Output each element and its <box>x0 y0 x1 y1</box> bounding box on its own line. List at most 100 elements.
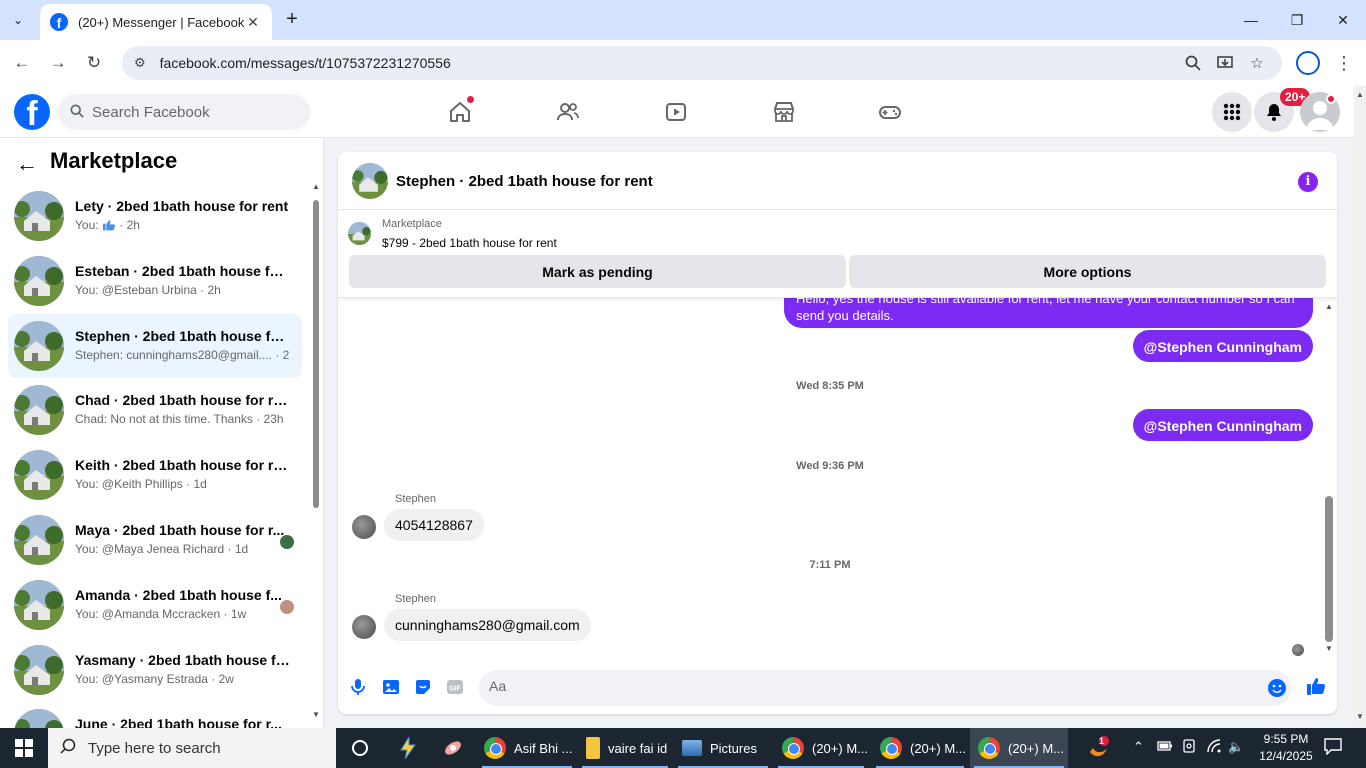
lightning-app-icon[interactable] <box>392 728 424 768</box>
emoji-icon[interactable] <box>1267 678 1287 698</box>
chat-scroll-down-icon[interactable]: ▼ <box>1323 644 1335 653</box>
taskbar-app-pictures[interactable]: Pictures <box>674 728 772 768</box>
message-input[interactable] <box>489 678 1249 694</box>
chat-title[interactable]: Stephen · 2bed 1bath house for rent <box>396 173 653 190</box>
new-tab-icon[interactable]: + <box>280 8 304 32</box>
read-receipt-avatar <box>1292 644 1304 656</box>
page-scroll-down-icon[interactable]: ▼ <box>1354 712 1366 721</box>
video-nav-icon[interactable] <box>662 98 690 126</box>
message-outgoing-mention[interactable]: @Stephen Cunningham <box>1132 330 1313 362</box>
taskbar-app-folder[interactable]: vaire fai id <box>578 728 672 768</box>
taskbar-app-chrome-3[interactable]: (20+) M... <box>872 728 968 768</box>
sidebar-scroll-thumb[interactable] <box>313 200 319 508</box>
like-thumbs-up-icon[interactable] <box>1306 676 1326 696</box>
conversation-item[interactable]: Amanda · 2bed 1bath house f... You: @Aman… <box>8 573 302 637</box>
task-view-icon[interactable] <box>344 728 376 768</box>
message-incoming[interactable]: cunninghams280@gmail.com <box>384 609 591 641</box>
facebook-search[interactable] <box>58 94 310 130</box>
conversation-preview: Stephen: cunninghams280@gmail.... · 2h <box>75 348 290 362</box>
listing-thumbnail[interactable] <box>348 222 371 245</box>
browser-profile-icon[interactable] <box>1296 51 1320 75</box>
listing-banner: Marketplace $799 - 2bed 1bath house for … <box>338 210 1337 298</box>
conversation-preview: You: @Esteban Urbina · 2h <box>75 283 290 297</box>
message-outgoing-mention[interactable]: @Stephen Cunningham <box>1132 409 1313 441</box>
conversation-item[interactable]: Yasmany · 2bed 1bath house for ... You: @… <box>8 638 302 702</box>
install-app-icon[interactable] <box>1214 52 1236 74</box>
taskbar-app-chrome-1[interactable]: Asif Bhi ... <box>478 728 576 768</box>
sender-avatar[interactable] <box>352 515 376 539</box>
sticker-icon[interactable] <box>413 677 433 697</box>
page-scrollbar[interactable]: ▲ ▼ <box>1354 86 1366 728</box>
notification-center-icon[interactable] <box>1324 737 1342 758</box>
tab-close-icon[interactable]: ✕ <box>244 14 262 31</box>
browser-menu-icon[interactable]: ⋮ <box>1334 51 1354 75</box>
conversation-time: · 2w <box>207 671 234 686</box>
conversation-item[interactable]: Lety · 2bed 1bath house for rent You: · 2… <box>8 184 302 248</box>
gif-icon[interactable]: GIF <box>445 677 465 697</box>
chat-scroll-thumb[interactable] <box>1325 496 1333 642</box>
conversation-item[interactable]: Chad · 2bed 1bath house for rent Chad: No… <box>8 378 302 442</box>
facebook-logo-icon[interactable]: f <box>14 94 50 130</box>
volume-icon[interactable]: 🔈 <box>1228 739 1244 755</box>
back-arrow-icon[interactable]: ← <box>16 151 42 177</box>
sidebar-scroll-down-icon[interactable]: ▼ <box>310 710 322 719</box>
more-options-button[interactable]: More options <box>849 255 1326 288</box>
conversation-item[interactable]: Maya · 2bed 1bath house for r... You: @Ma… <box>8 508 302 572</box>
conversation-item[interactable]: Keith · 2bed 1bath house for rent You: @K… <box>8 443 302 507</box>
site-info-icon[interactable]: ⚙ <box>134 55 146 71</box>
conversation-preview-text: You: @Maya Jenea Richard <box>75 542 225 556</box>
url-text: facebook.com/messages/t/1075372231270556 <box>159 55 451 71</box>
photo-icon[interactable] <box>381 677 401 697</box>
home-nav-icon[interactable] <box>446 96 474 126</box>
forward-icon[interactable]: → <box>46 51 70 75</box>
taskbar-app-label: vaire fai id <box>608 740 668 756</box>
page-scroll-up-icon[interactable]: ▲ <box>1354 90 1366 99</box>
taskbar-clock[interactable]: 9:55 PM 12/4/2025 <box>1252 731 1320 765</box>
listing-title[interactable]: $799 - 2bed 1bath house for rent <box>382 236 557 250</box>
friends-nav-icon[interactable] <box>554 98 582 126</box>
back-icon[interactable]: ← <box>10 51 34 75</box>
taskbar-app-chrome-4-active[interactable]: (20+) M... <box>970 728 1068 768</box>
browser-tab-active[interactable]: f (20+) Messenger | Facebook ✕ <box>40 4 272 40</box>
minimize-icon[interactable]: — <box>1228 6 1274 34</box>
conversation-preview-text: You: @Amanda Mccracken <box>75 606 221 621</box>
sender-avatar[interactable] <box>352 615 376 639</box>
info-icon[interactable]: i <box>1298 172 1318 192</box>
conversation-avatar <box>14 191 64 241</box>
marketplace-nav-icon[interactable] <box>770 98 798 126</box>
conversation-title: Esteban · 2bed 1bath house for r... <box>75 262 290 279</box>
satellite-app-icon[interactable] <box>436 728 470 768</box>
reload-icon[interactable]: ↻ <box>82 51 106 75</box>
chat-scroll-up-icon[interactable]: ▲ <box>1323 302 1335 311</box>
bookmark-star-icon[interactable]: ☆ <box>1246 52 1268 74</box>
sidebar-scroll-up-icon[interactable]: ▲ <box>310 182 322 191</box>
mark-as-pending-button[interactable]: Mark as pending <box>349 255 846 288</box>
address-bar[interactable]: ⚙ facebook.com/messages/t/10753722312705… <box>122 46 1282 80</box>
chat-panel: Stephen · 2bed 1bath house for rent i Ma… <box>338 152 1337 714</box>
conversation-item[interactable]: Stephen · 2bed 1bath house for ... Stephe… <box>8 313 302 378</box>
microphone-icon[interactable] <box>348 677 368 697</box>
conversation-item[interactable]: June · 2bed 1bath house for r... <box>8 702 302 728</box>
zoom-icon[interactable] <box>1182 52 1204 74</box>
windows-start-icon[interactable] <box>0 728 48 768</box>
game-app-icon[interactable]: 1 <box>1082 728 1114 768</box>
taskbar-search[interactable] <box>48 728 336 768</box>
message-incoming[interactable]: 4054128867 <box>384 509 484 541</box>
gaming-nav-icon[interactable] <box>876 98 904 126</box>
message-outgoing[interactable]: Hello, yes the house is still available … <box>784 298 1313 328</box>
chat-header-avatar[interactable] <box>352 163 388 199</box>
window-close-icon[interactable]: ✕ <box>1320 6 1366 34</box>
conversation-item[interactable]: Esteban · 2bed 1bath house for r... You: … <box>8 249 302 313</box>
battery-icon[interactable] <box>1157 739 1173 756</box>
tab-search-chevron-icon[interactable]: ⌄ <box>6 8 30 32</box>
seen-avatar <box>280 599 294 614</box>
menu-grid-icon[interactable] <box>1212 92 1252 132</box>
facebook-search-input[interactable] <box>92 103 292 121</box>
restore-icon[interactable]: ❐ <box>1274 6 1320 34</box>
search-icon <box>60 738 76 759</box>
taskbar-app-chrome-2[interactable]: (20+) M... <box>774 728 868 768</box>
taskbar-search-input[interactable] <box>88 739 328 757</box>
wifi-icon[interactable] <box>1206 739 1222 756</box>
device-icon[interactable] <box>1182 739 1196 756</box>
show-hidden-icons-icon[interactable]: ⌃ <box>1133 739 1144 755</box>
